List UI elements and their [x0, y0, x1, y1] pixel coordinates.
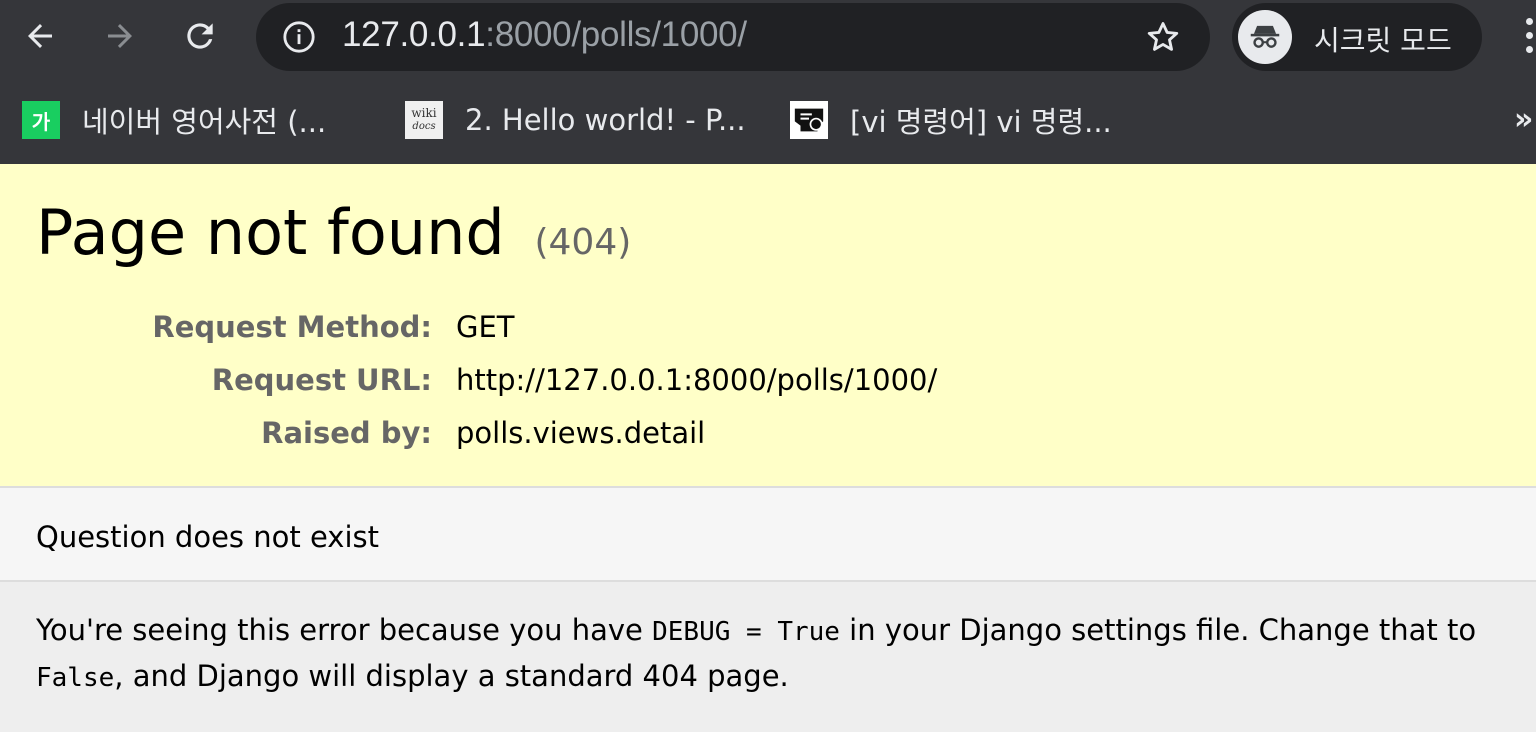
explanation-text: You're seeing this error because you hav… [36, 608, 1506, 700]
meta-value: polls.views.detail [456, 416, 706, 450]
bookmark-label: [vi 명령어] vi 명령... [850, 105, 1112, 139]
status-code: (404) [534, 222, 632, 263]
title-text: Page not found [36, 196, 505, 269]
browser-toolbar: 127.0.0.1:8000/polls/1000/ 시크릿 모드 [0, 0, 1536, 76]
bookmark-label: 네이버 영어사전 (... [82, 105, 327, 139]
browser-chrome: 127.0.0.1:8000/polls/1000/ 시크릿 모드 가 네이버 … [0, 0, 1536, 165]
url-path: :8000/polls/1000/ [485, 15, 747, 54]
back-arrow-icon [28, 24, 52, 48]
url-host: 127.0.0.1 [342, 15, 486, 54]
meta-row-request-method: Request Method: GET [0, 310, 1000, 363]
meta-key: Request URL: [211, 363, 432, 397]
meta-row-raised-by: Raised by: polls.views.detail [0, 416, 1000, 469]
false-value-code: False [36, 663, 115, 693]
bookmark-star-icon[interactable] [1144, 18, 1182, 56]
browser-menu-icon[interactable] [1520, 18, 1536, 58]
reload-button[interactable] [178, 14, 222, 58]
forward-arrow-icon [108, 24, 132, 48]
meta-value: GET [456, 310, 515, 344]
meta-key: Request Method: [152, 310, 432, 344]
naver-dict-icon: 가 [22, 101, 60, 139]
reload-icon [187, 23, 213, 49]
error-info: Question does not exist [0, 488, 1536, 582]
request-meta-table: Request Method: GET Request URL: http://… [0, 310, 1000, 469]
bookmarks-bar: 가 네이버 영어사전 (... wiki docs 2. Hello world!… [0, 76, 1536, 165]
meta-row-request-url: Request URL: http://127.0.0.1:8000/polls… [0, 363, 1000, 416]
meta-value: http://127.0.0.1:8000/polls/1000/ [456, 363, 938, 397]
meta-key: Raised by: [261, 416, 432, 450]
address-bar[interactable]: 127.0.0.1:8000/polls/1000/ [256, 3, 1210, 71]
page-title: Page not found (404) [36, 196, 631, 269]
bookmark-naver-dictionary[interactable]: 가 네이버 영어사전 (... [22, 98, 326, 142]
debug-setting-code: DEBUG = True [652, 617, 840, 647]
incognito-indicator[interactable]: 시크릿 모드 [1232, 3, 1482, 71]
incognito-icon [1238, 10, 1292, 64]
error-message: Question does not exist [36, 520, 379, 554]
vi-icon [790, 101, 828, 139]
error-summary: Page not found (404) Request Method: GET… [0, 164, 1536, 488]
back-button[interactable] [18, 14, 62, 58]
bookmark-wikidocs[interactable]: wiki docs 2. Hello world! - P... [405, 98, 746, 142]
explanation-part: in your Django settings file. Change tha… [839, 613, 1477, 647]
site-info-icon[interactable] [282, 20, 316, 54]
bookmark-label: 2. Hello world! - P... [465, 103, 746, 137]
incognito-label: 시크릿 모드 [1314, 24, 1452, 57]
explanation-part: You're seeing this error because you hav… [36, 613, 653, 647]
bookmark-vi-commands[interactable]: [vi 명령어] vi 명령... [790, 98, 1112, 142]
bookmarks-overflow-button[interactable]: » [1514, 102, 1533, 137]
wikidocs-icon: wiki docs [405, 101, 443, 139]
debug-explanation: You're seeing this error because you hav… [0, 582, 1536, 732]
url-text[interactable]: 127.0.0.1:8000/polls/1000/ [342, 15, 747, 55]
explanation-part: , and Django will display a standard 404… [114, 659, 789, 693]
forward-button[interactable] [98, 14, 142, 58]
